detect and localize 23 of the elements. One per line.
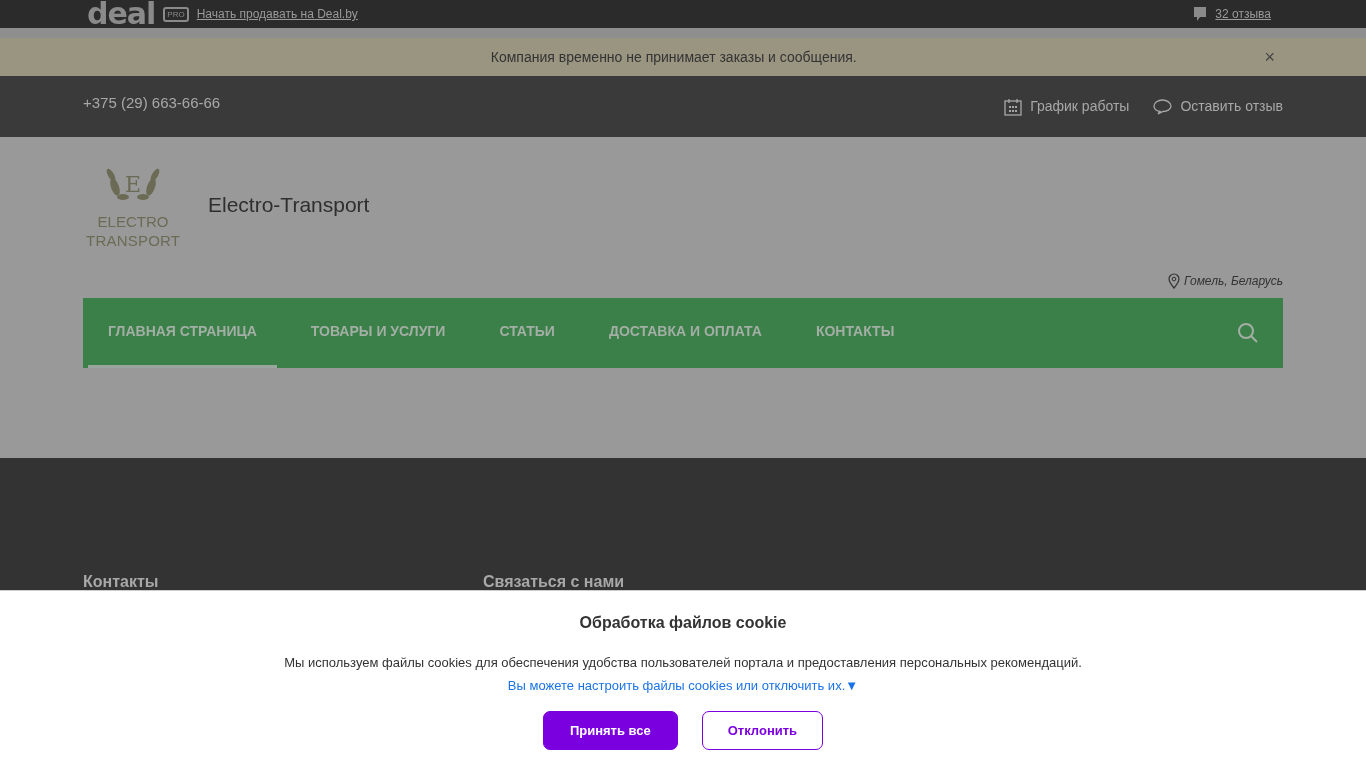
search-icon[interactable] xyxy=(1237,322,1259,344)
notice-text: Компания временно не принимает заказы и сообщения. xyxy=(489,47,858,67)
reviews-link[interactable]: 32 отзыва xyxy=(1215,5,1271,23)
location-pin-icon xyxy=(1168,273,1181,289)
leave-review-link[interactable]: Оставить отзыв xyxy=(1180,96,1283,117)
start-selling-link[interactable]: Начать продавать на Deal.by xyxy=(196,5,358,23)
close-icon[interactable]: × xyxy=(1264,43,1275,71)
phone-number[interactable]: +375 (29) 663-66-66 xyxy=(83,92,221,115)
cookie-title: Обработка файлов cookie xyxy=(578,613,788,633)
cookie-settings-link[interactable]: Вы можете настроить файлы cookies или отключить их.▼ xyxy=(507,677,859,693)
deal-logo[interactable]: deal xyxy=(87,0,156,28)
calendar-icon xyxy=(1004,97,1023,116)
speech-bubble-icon xyxy=(1153,98,1173,115)
cookie-text: Мы используем файлы cookies для обеспечения удобства пользователей портала и предоставления персональных рекомендаций. xyxy=(283,654,1083,672)
location-text: Гомель, Беларусь xyxy=(1184,273,1283,290)
comment-icon xyxy=(1193,6,1208,22)
footer-heading: Связаться с нами xyxy=(483,572,625,592)
decline-button[interactable]: Отклонить xyxy=(701,710,824,750)
pro-badge: PRO xyxy=(163,6,189,22)
accept-all-button[interactable]: Принять все xyxy=(542,710,678,750)
company-name: Electro-Transport xyxy=(208,191,370,218)
footer-heading: Контакты xyxy=(83,572,160,592)
schedule-link[interactable]: График работы xyxy=(1030,96,1130,117)
